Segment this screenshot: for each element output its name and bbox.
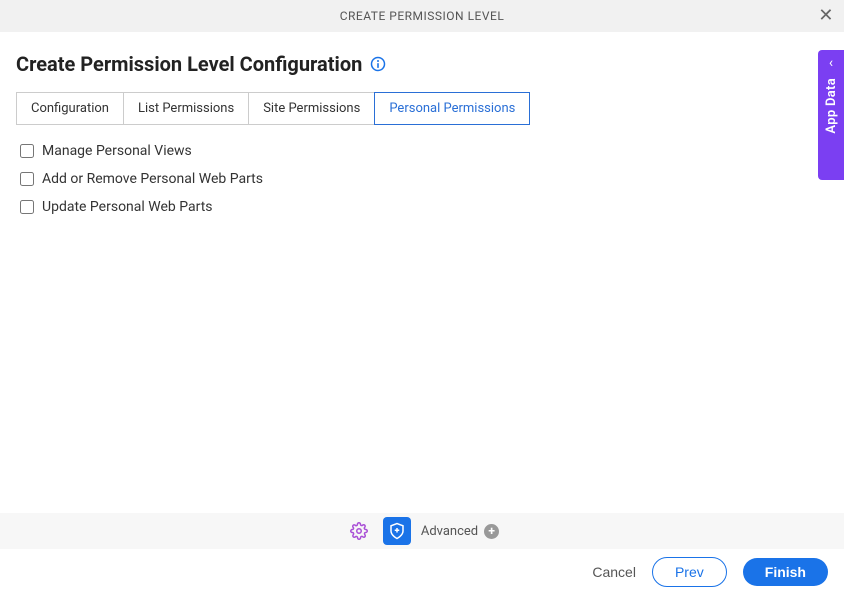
footer: Cancel Prev Finish (0, 549, 844, 595)
checkbox-manage-personal-views: Manage Personal Views (20, 143, 828, 159)
chevron-left-icon: ‹ (829, 56, 833, 70)
advanced-button[interactable]: Advanced + (421, 524, 499, 539)
tab-configuration[interactable]: Configuration (16, 92, 124, 125)
checkbox-update-web-parts: Update Personal Web Parts (20, 199, 828, 215)
prev-button[interactable]: Prev (652, 557, 727, 587)
titlebar-title: CREATE PERMISSION LEVEL (340, 9, 505, 23)
checkbox-label[interactable]: Update Personal Web Parts (42, 199, 213, 215)
checkbox-list: Manage Personal Views Add or Remove Pers… (16, 143, 828, 215)
side-tab-label: App Data (824, 78, 839, 134)
side-tab-app-data[interactable]: ‹ App Data (818, 50, 844, 180)
cancel-button[interactable]: Cancel (592, 564, 636, 580)
tab-personal-permissions[interactable]: Personal Permissions (374, 92, 530, 125)
checkbox-input-add-remove-web-parts[interactable] (20, 172, 34, 186)
bottom-toolbar: Advanced + (0, 513, 844, 549)
advanced-label: Advanced (421, 524, 478, 539)
plus-circle-icon: + (484, 524, 499, 539)
checkbox-add-remove-web-parts: Add or Remove Personal Web Parts (20, 171, 828, 187)
checkbox-input-update-web-parts[interactable] (20, 200, 34, 214)
shield-plus-icon[interactable] (383, 517, 411, 545)
checkbox-input-manage-personal-views[interactable] (20, 144, 34, 158)
tab-site-permissions[interactable]: Site Permissions (248, 92, 375, 125)
gear-icon[interactable] (345, 517, 373, 545)
checkbox-label[interactable]: Add or Remove Personal Web Parts (42, 171, 263, 187)
checkbox-label[interactable]: Manage Personal Views (42, 143, 192, 159)
finish-button[interactable]: Finish (743, 558, 828, 586)
tab-list-permissions[interactable]: List Permissions (123, 92, 249, 125)
close-icon[interactable]: ✕ (818, 7, 834, 25)
page-title: Create Permission Level Configuration (16, 52, 362, 76)
heading-row: Create Permission Level Configuration (16, 52, 828, 76)
main-content: Create Permission Level Configuration Co… (0, 32, 844, 215)
titlebar: CREATE PERMISSION LEVEL ✕ (0, 0, 844, 32)
info-icon[interactable] (370, 56, 386, 72)
tabs: Configuration List Permissions Site Perm… (16, 92, 828, 125)
